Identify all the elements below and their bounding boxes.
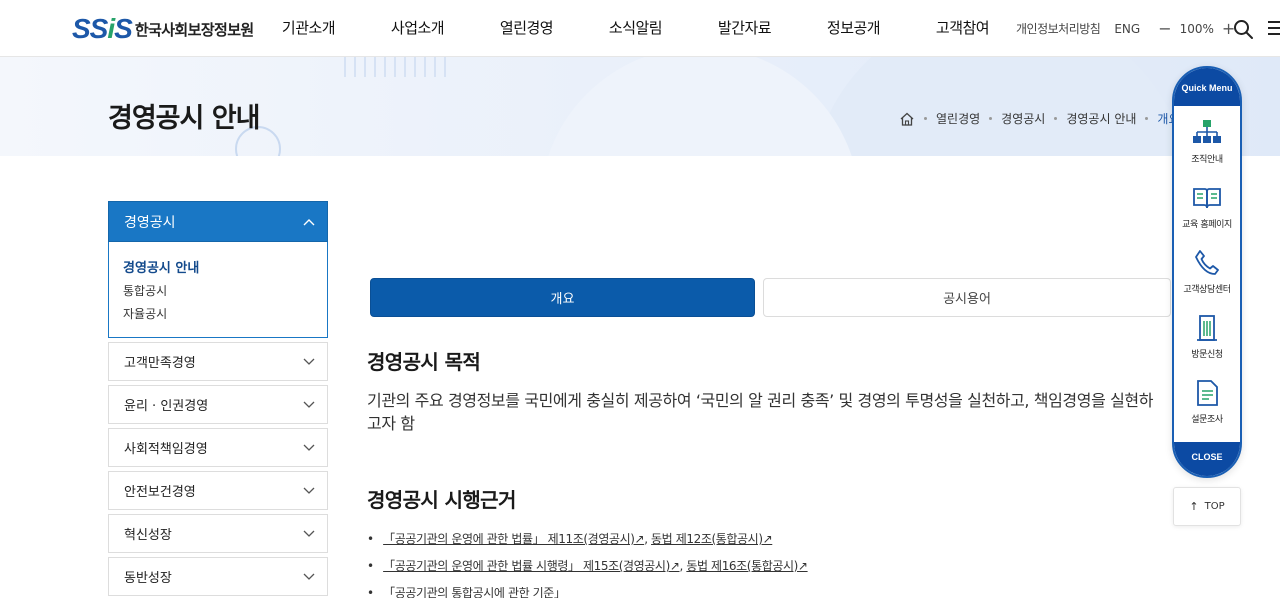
quick-item-organization[interactable]: 조직안내 (1174, 106, 1240, 171)
law-link[interactable]: 「공공기관의 운영에 관한 법률」 제11조(경영공시)↗ (383, 532, 644, 546)
quick-item-survey[interactable]: 설문조사 (1174, 366, 1240, 431)
quick-item-label: 고객상담센터 (1183, 285, 1231, 295)
menu-item-about[interactable]: 기관소개 (254, 0, 363, 57)
breadcrumb-separator (989, 117, 993, 120)
hamburger-icon[interactable] (1268, 21, 1280, 35)
zoom-control: − 100% + (1154, 19, 1239, 38)
breadcrumb-separator (924, 117, 927, 120)
menu-item-customer[interactable]: 고객참여 (908, 0, 1017, 57)
quick-item-label: 방문신청 (1191, 350, 1223, 360)
tab-overview[interactable]: 개요 (370, 278, 755, 317)
side-menu-item-label: 혁신성장 (124, 528, 172, 543)
breadcrumb-item[interactable]: 경영공시 안내 (1066, 110, 1136, 127)
menu-item-publications[interactable]: 발간자료 (690, 0, 799, 57)
side-submenu-item[interactable]: 자율공시 (123, 303, 313, 326)
side-menu-head[interactable]: 경영공시 (108, 201, 328, 242)
quick-item-visit[interactable]: 방문신청 (1174, 301, 1240, 366)
quick-item-label: 설문조사 (1191, 415, 1223, 425)
chevron-down-icon (303, 487, 315, 494)
chevron-down-icon (303, 444, 315, 451)
quick-menu-close-button[interactable]: CLOSE (1174, 442, 1240, 476)
arrow-up-icon: ↑ (1189, 500, 1199, 513)
menu-item-business[interactable]: 사업소개 (363, 0, 472, 57)
privacy-policy-link[interactable]: 개인정보처리방침 (1016, 20, 1101, 37)
law-link[interactable]: 「공공기관의 운영에 관한 법률 시행령」 제15조(경영공시)↗ (383, 559, 680, 573)
basis-heading: 경영공시 시행근거 (367, 488, 516, 512)
side-menu-item-label: 동반성장 (124, 571, 172, 586)
purpose-text: 기관의 주요 경영정보를 국민에게 충실히 제공하여 ‘국민의 알 권리 충족’… (367, 391, 1154, 433)
menu-item-open-management[interactable]: 열린경영 (472, 0, 581, 57)
breadcrumb-separator (1054, 117, 1058, 120)
chevron-down-icon (303, 401, 315, 408)
zoom-out-button[interactable]: − (1158, 19, 1171, 38)
chevron-down-icon (303, 358, 315, 365)
law-text: 「공공기관의 통합공시에 관한 기준」 (383, 586, 566, 598)
side-menu-item-ethics[interactable]: 윤리 · 인권경영 (108, 385, 328, 424)
side-menu-head-label: 경영공시 (124, 214, 176, 231)
building-icon (1197, 315, 1217, 341)
zoom-level: 100% (1179, 21, 1214, 36)
side-menu-item-safety[interactable]: 안전보건경영 (108, 471, 328, 510)
law-link[interactable]: 동법 제12조(통합공시)↗ (651, 532, 773, 546)
search-icon[interactable] (1232, 18, 1254, 40)
chevron-down-icon (303, 573, 315, 580)
chevron-up-icon (303, 218, 315, 225)
breadcrumb: 열린경영 경영공시 경영공시 안내 개요 (899, 110, 1180, 127)
logo-name: 한국사회보장정보원 (134, 20, 254, 39)
scroll-top-button[interactable]: ↑ TOP (1173, 487, 1241, 526)
quick-menu: Quick Menu 조직안내 교육 홈페이지 고객상담센터 방문신청 설문조사… (1172, 66, 1242, 478)
page-title: 경영공시 안내 (108, 103, 260, 134)
side-menu-item-label: 고객만족경영 (124, 356, 196, 371)
law-list: 「공공기관의 운영에 관한 법률」 제11조(경영공시)↗, 동법 제12조(통… (367, 531, 808, 598)
breadcrumb-item[interactable]: 열린경영 (936, 110, 980, 127)
side-menu: 경영공시 경영공시 안내 통합공시 자율공시 고객만족경영 윤리 · 인권경영 … (108, 201, 328, 596)
phone-icon (1195, 250, 1219, 275)
breadcrumb-separator (1145, 117, 1149, 120)
logo-mark: SSiS (72, 13, 133, 44)
language-link[interactable]: ENG (1114, 22, 1140, 36)
side-menu-item-innovation[interactable]: 혁신성장 (108, 514, 328, 553)
chevron-down-icon (303, 530, 315, 537)
content-tabs: 개요 공시용어 (370, 278, 1171, 317)
side-menu-item-social-responsibility[interactable]: 사회적책임경영 (108, 428, 328, 467)
side-menu-item-label: 안전보건경영 (124, 485, 196, 500)
list-item: 「공공기관의 운영에 관한 법률」 제11조(경영공시)↗, 동법 제12조(통… (367, 531, 808, 547)
global-header: SSiS 한국사회보장정보원 기관소개 사업소개 열린경영 소식알림 발간자료 … (0, 0, 1280, 57)
side-menu-item-label: 사회적책임경영 (124, 442, 208, 457)
site-logo[interactable]: SSiS 한국사회보장정보원 (72, 14, 254, 44)
tab-glossary[interactable]: 공시용어 (763, 278, 1171, 317)
org-chart-icon (1193, 120, 1221, 143)
breadcrumb-item[interactable]: 경영공시 (1001, 110, 1045, 127)
quick-item-education[interactable]: 교육 홈페이지 (1174, 171, 1240, 236)
menu-item-news[interactable]: 소식알림 (581, 0, 690, 57)
document-icon (1197, 380, 1218, 406)
home-icon[interactable] (899, 112, 915, 126)
side-menu-item-customer-satisfaction[interactable]: 고객만족경영 (108, 342, 328, 381)
scroll-top-label: TOP (1204, 501, 1225, 512)
purpose-heading: 경영공시 목적 (367, 350, 481, 374)
main-menu: 기관소개 사업소개 열린경영 소식알림 발간자료 정보공개 고객참여 (254, 0, 1017, 57)
book-icon (1193, 188, 1221, 209)
side-submenu: 경영공시 안내 통합공시 자율공시 (108, 242, 328, 338)
utility-bar: 개인정보처리방침 ENG − 100% + (1016, 0, 1239, 57)
side-submenu-item-active[interactable]: 경영공시 안내 (123, 257, 313, 280)
law-link[interactable]: 동법 제16조(통합공시)↗ (686, 559, 808, 573)
side-menu-item-shared-growth[interactable]: 동반성장 (108, 557, 328, 596)
quick-item-label: 교육 홈페이지 (1182, 220, 1232, 230)
quick-item-call-center[interactable]: 고객상담센터 (1174, 236, 1240, 301)
side-submenu-item[interactable]: 통합공시 (123, 280, 313, 303)
list-item: 「공공기관의 운영에 관한 법률 시행령」 제15조(경영공시)↗, 동법 제1… (367, 558, 808, 574)
list-item: 「공공기관의 통합공시에 관한 기준」 (367, 585, 808, 598)
quick-item-label: 조직안내 (1191, 155, 1223, 165)
menu-item-information-disclosure[interactable]: 정보공개 (799, 0, 908, 57)
side-menu-item-label: 윤리 · 인권경영 (124, 399, 209, 414)
